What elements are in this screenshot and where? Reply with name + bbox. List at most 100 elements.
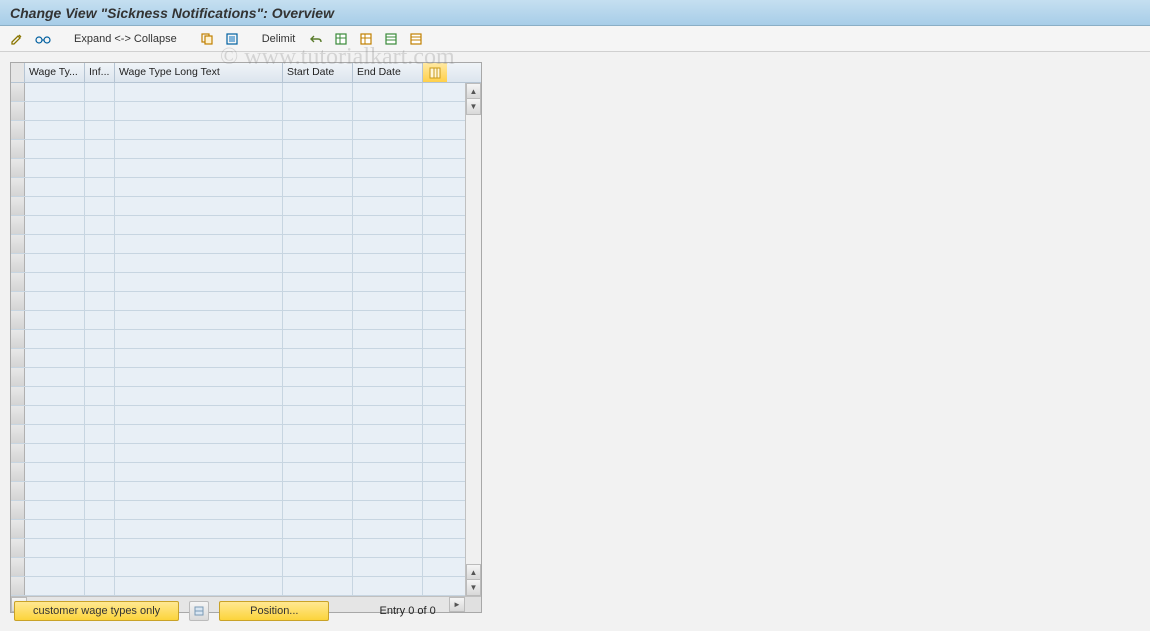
table-row[interactable] — [11, 520, 465, 539]
cell-start-date[interactable] — [283, 387, 353, 405]
row-selector[interactable] — [11, 387, 25, 405]
cell-start-date[interactable] — [283, 83, 353, 101]
cell-inf[interactable] — [85, 102, 115, 120]
cell-wage-type[interactable] — [25, 482, 85, 500]
row-selector[interactable] — [11, 444, 25, 462]
scroll-down-bottom-icon[interactable]: ▼ — [466, 580, 481, 596]
cell-start-date[interactable] — [283, 178, 353, 196]
cell-start-date[interactable] — [283, 102, 353, 120]
table-row[interactable] — [11, 159, 465, 178]
edit-icon[interactable] — [6, 29, 28, 49]
cell-wage-type[interactable] — [25, 140, 85, 158]
cell-start-date[interactable] — [283, 311, 353, 329]
row-selector[interactable] — [11, 558, 25, 576]
cell-long-text[interactable] — [115, 273, 283, 291]
cell-end-date[interactable] — [353, 254, 423, 272]
cell-wage-type[interactable] — [25, 368, 85, 386]
cell-inf[interactable] — [85, 482, 115, 500]
table-row[interactable] — [11, 311, 465, 330]
table-yellow-icon[interactable] — [355, 29, 377, 49]
table-row[interactable] — [11, 501, 465, 520]
cell-wage-type[interactable] — [25, 444, 85, 462]
table-icon-3[interactable] — [380, 29, 402, 49]
table-row[interactable] — [11, 444, 465, 463]
scroll-up-bottom-icon[interactable]: ▲ — [466, 564, 481, 580]
cell-wage-type[interactable] — [25, 349, 85, 367]
cell-end-date[interactable] — [353, 463, 423, 481]
cell-inf[interactable] — [85, 425, 115, 443]
table-row[interactable] — [11, 330, 465, 349]
row-selector[interactable] — [11, 140, 25, 158]
cell-inf[interactable] — [85, 368, 115, 386]
cell-long-text[interactable] — [115, 159, 283, 177]
table-row[interactable] — [11, 425, 465, 444]
table-row[interactable] — [11, 83, 465, 102]
row-selector[interactable] — [11, 197, 25, 215]
cell-end-date[interactable] — [353, 178, 423, 196]
table-green-icon[interactable] — [330, 29, 352, 49]
cell-wage-type[interactable] — [25, 178, 85, 196]
cell-long-text[interactable] — [115, 197, 283, 215]
cell-start-date[interactable] — [283, 406, 353, 424]
cell-long-text[interactable] — [115, 406, 283, 424]
cell-end-date[interactable] — [353, 482, 423, 500]
cell-end-date[interactable] — [353, 83, 423, 101]
cell-long-text[interactable] — [115, 577, 283, 595]
table-row[interactable] — [11, 254, 465, 273]
cell-inf[interactable] — [85, 140, 115, 158]
cell-end-date[interactable] — [353, 406, 423, 424]
cell-inf[interactable] — [85, 292, 115, 310]
cell-wage-type[interactable] — [25, 311, 85, 329]
cell-end-date[interactable] — [353, 387, 423, 405]
position-icon-button[interactable] — [189, 601, 209, 621]
row-selector[interactable] — [11, 273, 25, 291]
row-selector[interactable] — [11, 292, 25, 310]
cell-long-text[interactable] — [115, 292, 283, 310]
cell-start-date[interactable] — [283, 273, 353, 291]
cell-inf[interactable] — [85, 311, 115, 329]
scroll-down-icon[interactable]: ▼ — [466, 99, 481, 115]
cell-wage-type[interactable] — [25, 425, 85, 443]
cell-inf[interactable] — [85, 387, 115, 405]
table-row[interactable] — [11, 558, 465, 577]
cell-start-date[interactable] — [283, 520, 353, 538]
cell-start-date[interactable] — [283, 463, 353, 481]
cell-wage-type[interactable] — [25, 577, 85, 595]
table-row[interactable] — [11, 216, 465, 235]
cell-inf[interactable] — [85, 273, 115, 291]
cell-wage-type[interactable] — [25, 406, 85, 424]
cell-end-date[interactable] — [353, 292, 423, 310]
row-selector[interactable] — [11, 520, 25, 538]
row-selector[interactable] — [11, 311, 25, 329]
cell-start-date[interactable] — [283, 501, 353, 519]
cell-long-text[interactable] — [115, 254, 283, 272]
cell-end-date[interactable] — [353, 444, 423, 462]
col-long-text[interactable]: Wage Type Long Text — [115, 63, 283, 82]
cell-long-text[interactable] — [115, 121, 283, 139]
customer-wage-types-button[interactable]: customer wage types only — [14, 601, 179, 621]
row-selector[interactable] — [11, 216, 25, 234]
row-selector[interactable] — [11, 368, 25, 386]
cell-start-date[interactable] — [283, 444, 353, 462]
cell-start-date[interactable] — [283, 349, 353, 367]
position-button[interactable]: Position... — [219, 601, 329, 621]
cell-inf[interactable] — [85, 121, 115, 139]
cell-start-date[interactable] — [283, 254, 353, 272]
cell-end-date[interactable] — [353, 121, 423, 139]
cell-wage-type[interactable] — [25, 539, 85, 557]
row-selector[interactable] — [11, 254, 25, 272]
cell-end-date[interactable] — [353, 197, 423, 215]
col-wage-type[interactable]: Wage Ty... — [25, 63, 85, 82]
cell-wage-type[interactable] — [25, 121, 85, 139]
cell-long-text[interactable] — [115, 463, 283, 481]
table-row[interactable] — [11, 197, 465, 216]
table-row[interactable] — [11, 178, 465, 197]
cell-end-date[interactable] — [353, 330, 423, 348]
cell-wage-type[interactable] — [25, 254, 85, 272]
cell-long-text[interactable] — [115, 178, 283, 196]
table-row[interactable] — [11, 539, 465, 558]
cell-end-date[interactable] — [353, 349, 423, 367]
glasses-icon[interactable] — [31, 29, 55, 49]
row-selector[interactable] — [11, 102, 25, 120]
col-end-date[interactable]: End Date — [353, 63, 423, 82]
